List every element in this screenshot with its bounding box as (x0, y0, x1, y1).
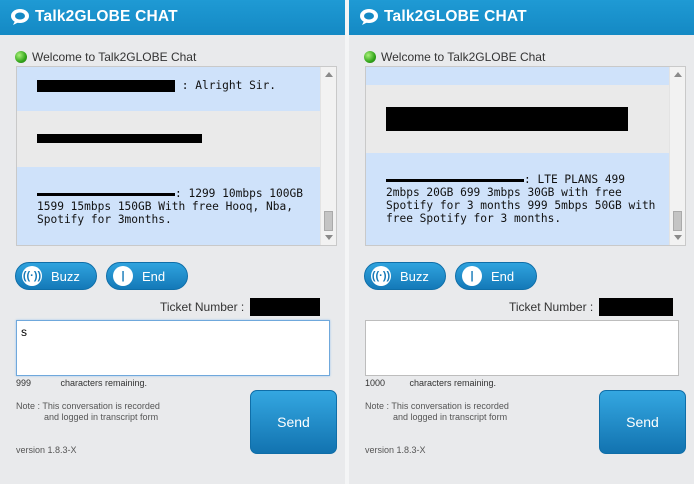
buzz-icon: ((·)) (22, 266, 42, 286)
chat-bubble-icon (11, 9, 29, 25)
chat-scrollbar[interactable] (669, 67, 685, 245)
end-icon: | (462, 266, 482, 286)
brand-title: Talk2GLOBE CHAT (384, 8, 527, 25)
chat-window-left: Talk2GLOBE CHAT Welcome to Talk2GLOBE Ch… (0, 0, 345, 484)
end-label: End (142, 268, 166, 284)
chat-message (17, 111, 320, 167)
buzz-label: Buzz (400, 268, 429, 284)
redacted-text (37, 133, 202, 143)
recording-note: Note : This conversation is recorded and… (16, 401, 160, 423)
chat-bubble-icon (360, 9, 378, 25)
buzz-button[interactable]: ((·)) Buzz (15, 262, 97, 290)
redacted-ticket-number (250, 298, 321, 316)
ticket-label: Ticket Number : (509, 300, 594, 314)
chat-scrollbar[interactable] (320, 67, 336, 245)
brand-title: Talk2GLOBE CHAT (35, 8, 178, 25)
characters-remaining: 999 characters remaining. (16, 378, 147, 388)
ticket-number: Ticket Number : (509, 298, 674, 316)
scroll-down-icon[interactable] (325, 235, 333, 240)
send-button[interactable]: Send (599, 390, 686, 454)
redacted-name (37, 80, 175, 92)
version-label: version 1.8.3-X (16, 445, 77, 455)
characters-remaining: 1000 characters remaining. (365, 378, 496, 388)
end-button[interactable]: | End (106, 262, 188, 290)
chat-transcript[interactable]: : LTE PLANS 499 2mbps 20GB 699 3mbps 30G… (365, 66, 686, 246)
recording-note: Note : This conversation is recorded and… (365, 401, 509, 423)
end-button[interactable]: | End (455, 262, 537, 290)
scroll-thumb[interactable] (673, 211, 682, 231)
ticket-label: Ticket Number : (160, 300, 245, 314)
scroll-down-icon[interactable] (674, 235, 682, 240)
buzz-label: Buzz (51, 268, 80, 284)
chat-window-right: Talk2GLOBE CHAT Welcome to Talk2GLOBE Ch… (349, 0, 694, 484)
scroll-up-icon[interactable] (325, 72, 333, 77)
scroll-thumb[interactable] (324, 211, 333, 231)
remaining-count: 999 (16, 378, 32, 388)
end-label: End (491, 268, 515, 284)
welcome-status: Welcome to Talk2GLOBE Chat (15, 50, 196, 64)
welcome-text: Welcome to Talk2GLOBE Chat (381, 50, 546, 64)
chat-message: : LTE PLANS 499 2mbps 20GB 699 3mbps 30G… (366, 153, 669, 245)
remaining-count: 1000 (365, 378, 386, 388)
end-icon: | (113, 266, 133, 286)
chat-header: Talk2GLOBE CHAT (349, 0, 694, 35)
remaining-text: characters remaining. (60, 378, 148, 388)
scroll-up-icon[interactable] (674, 72, 682, 77)
buzz-button[interactable]: ((·)) Buzz (364, 262, 446, 290)
redacted-name (37, 192, 175, 196)
message-text: : Alright Sir. (181, 79, 277, 92)
chat-message (366, 85, 669, 153)
chat-header: Talk2GLOBE CHAT (0, 0, 345, 35)
chat-message: : 1299 10mbps 100GB 1599 15mbps 150GB Wi… (17, 167, 320, 245)
note-line: Note : This conversation is recorded (365, 401, 509, 411)
message-input[interactable]: s (16, 320, 330, 376)
chat-message: : Alright Sir. (17, 67, 320, 111)
chat-transcript[interactable]: : Alright Sir. : 1299 10mbps 100GB 1599 … (16, 66, 337, 246)
redacted-ticket-number (599, 298, 674, 316)
send-button[interactable]: Send (250, 390, 337, 454)
remaining-text: characters remaining. (409, 378, 497, 388)
message-input[interactable] (365, 320, 679, 376)
note-line: and logged in transcript form (44, 412, 159, 422)
online-dot-icon (364, 51, 376, 63)
version-label: version 1.8.3-X (365, 445, 426, 455)
online-dot-icon (15, 51, 27, 63)
note-line: Note : This conversation is recorded (16, 401, 160, 411)
chat-message (366, 67, 669, 85)
welcome-text: Welcome to Talk2GLOBE Chat (32, 50, 197, 64)
buzz-icon: ((·)) (371, 266, 391, 286)
redacted-text (386, 107, 628, 131)
ticket-number: Ticket Number : (160, 298, 321, 316)
note-line: and logged in transcript form (393, 412, 508, 422)
redacted-name (386, 178, 524, 182)
welcome-status: Welcome to Talk2GLOBE Chat (364, 50, 545, 64)
